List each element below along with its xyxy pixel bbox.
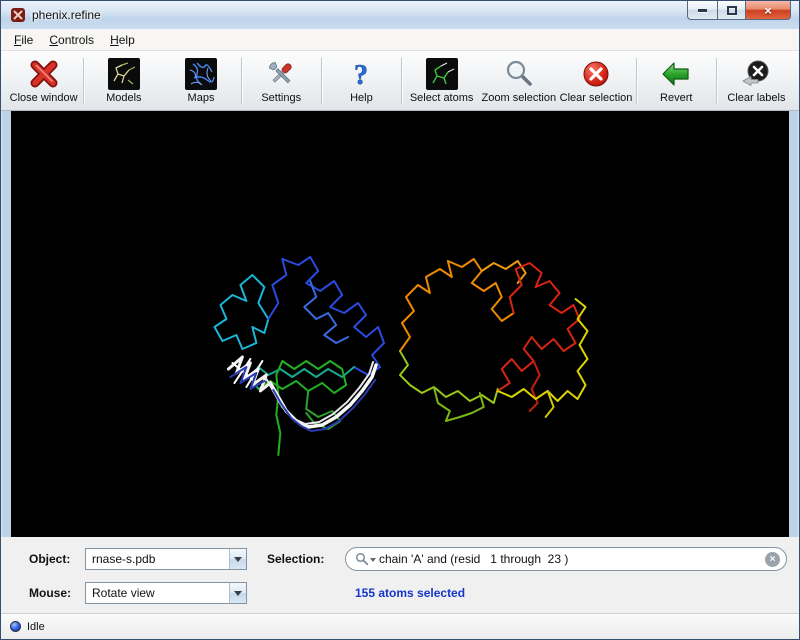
toolbar-label: Settings [261,92,301,104]
toolbar-button-clear-labels[interactable]: Clear labels [718,53,795,109]
titlebar: phenix.refine × [1,1,799,29]
toolbar-label: Help [350,92,373,104]
svg-text:?: ? [354,60,368,90]
mouse-dropdown-value: Rotate view [86,583,229,603]
clear-labels-icon [739,58,773,90]
revert-icon [659,58,693,90]
window-title: phenix.refine [32,8,101,22]
molecule-structure [11,111,789,537]
selection-label: Selection: [267,552,345,566]
toolbar-label: Clear labels [727,92,785,104]
clear-search-button[interactable]: × [765,552,780,567]
toolbar-label: Models [106,92,141,104]
toolbar-label: Revert [660,92,692,104]
toolbar-separator [401,58,402,104]
toolbar-button-models[interactable]: Models [85,53,162,109]
toolbar-button-close-window[interactable]: Close window [5,53,82,109]
caption-buttons: × [687,1,791,20]
maximize-icon [727,6,737,15]
toolbar-separator [83,58,84,104]
toolbar: Close window Models Maps [1,51,799,111]
statusbar: Idle [1,613,799,639]
atoms-selected-text: 155 atoms selected [345,586,787,600]
toolbar-label: Select atoms [410,92,474,104]
zoom-selection-icon [502,58,536,90]
status-led-icon [10,621,21,632]
toolbar-separator [241,58,242,104]
toolbar-label: Close window [10,92,78,104]
toolbar-label: Clear selection [560,92,633,104]
toolbar-button-clear-selection[interactable]: Clear selection [557,53,634,109]
close-window-icon [27,58,61,90]
menu-help[interactable]: Help [102,30,143,50]
object-dropdown-value: rnase-s.pdb [86,549,229,569]
minimize-button[interactable] [687,1,717,20]
menubar: File Controls Help [1,29,799,51]
selection-input[interactable] [379,549,762,569]
search-menu-button[interactable] [355,552,376,566]
maximize-button[interactable] [717,1,745,20]
toolbar-separator [636,58,637,104]
main-window: phenix.refine × File Controls Help Close… [0,0,800,640]
clear-selection-icon [579,58,613,90]
toolbar-button-maps[interactable]: Maps [162,53,239,109]
toolbar-button-settings[interactable]: Settings [243,53,320,109]
toolbar-label: Maps [188,92,215,104]
status-text: Idle [27,621,45,633]
selection-search-field[interactable]: × [345,547,787,571]
settings-icon [264,58,298,90]
models-icon [107,58,141,90]
toolbar-button-revert[interactable]: Revert [638,53,715,109]
close-icon: × [764,3,772,18]
mouse-dropdown[interactable]: Rotate view [85,582,247,604]
object-label: Object: [29,552,85,566]
maps-icon [184,58,218,90]
chevron-down-icon [370,558,376,565]
close-button[interactable]: × [745,1,791,20]
chevron-down-icon[interactable] [229,549,246,569]
gl-viewport[interactable] [11,111,789,537]
toolbar-button-help[interactable]: ? Help [323,53,400,109]
object-dropdown[interactable]: rnase-s.pdb [85,548,247,570]
minimize-icon [698,9,707,12]
control-panel: Object: rnase-s.pdb Selection: × Mouse: … [1,537,799,613]
mouse-label: Mouse: [29,586,85,600]
select-atoms-icon [425,58,459,90]
chevron-down-icon[interactable] [229,583,246,603]
app-icon [10,7,26,23]
help-icon: ? [344,58,378,90]
toolbar-label: Zoom selection [482,92,557,104]
toolbar-separator [321,58,322,104]
menu-controls[interactable]: Controls [41,30,102,50]
toolbar-button-select-atoms[interactable]: Select atoms [403,53,480,109]
menu-file[interactable]: File [6,30,41,50]
toolbar-button-zoom-selection[interactable]: Zoom selection [480,53,557,109]
toolbar-separator [716,58,717,104]
search-icon [355,552,369,566]
